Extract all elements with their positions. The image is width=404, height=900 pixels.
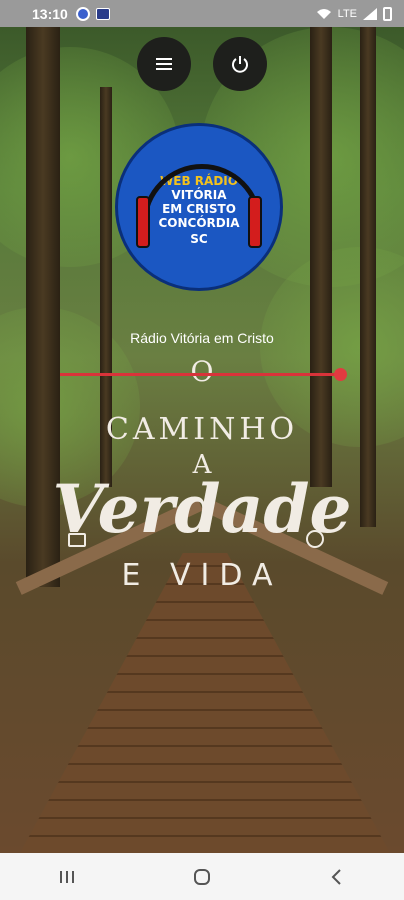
slogan-line4: Verdade: [52, 470, 352, 548]
power-icon: [232, 56, 248, 73]
menu-icon: [156, 58, 172, 70]
headphones-right-ear: [248, 196, 262, 248]
back-button[interactable]: [317, 857, 357, 897]
app-notification-icon-2: [95, 7, 110, 20]
recents-icon: [60, 870, 75, 883]
android-nav-bar: [0, 853, 404, 900]
recents-button[interactable]: [47, 857, 87, 897]
home-icon: [193, 868, 210, 885]
instagram-icon: [306, 530, 324, 548]
station-name: Rádio Vitória em Cristo: [130, 330, 274, 346]
power-button[interactable]: [213, 37, 267, 91]
battery-icon: [383, 6, 392, 21]
slogan-line2: CAMINHO: [105, 412, 299, 447]
camera-icon: [68, 533, 86, 547]
logo-line5: SC: [190, 232, 208, 246]
menu-button[interactable]: [137, 37, 191, 91]
back-icon: [331, 868, 341, 885]
headphones-left-ear: [136, 196, 150, 248]
status-right: LTE: [316, 6, 392, 21]
slogan-line5: E VIDA: [121, 558, 283, 593]
app-notification-icon: [75, 6, 90, 21]
wifi-icon: [316, 8, 331, 19]
network-label: LTE: [337, 7, 357, 20]
signal-icon: [363, 7, 377, 20]
volume-slider-track[interactable]: [60, 373, 346, 376]
status-time: 13:10: [32, 5, 68, 22]
status-bar: 13:10 LTE: [0, 0, 404, 27]
station-logo: WEB RÁDIO VITÓRIA EM CRISTO CONCÓRDIA SC: [115, 123, 283, 291]
home-button[interactable]: [182, 857, 222, 897]
